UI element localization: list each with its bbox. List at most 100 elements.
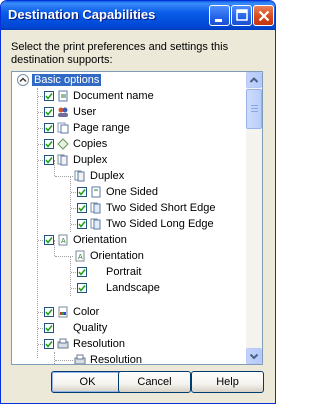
- checkbox[interactable]: [44, 123, 54, 133]
- scroll-thumb[interactable]: [246, 89, 262, 129]
- tree-item-label: Orientation: [73, 234, 127, 246]
- two-sided-long-edge-icon: [90, 218, 101, 230]
- tree-item-label: Two Sided Long Edge: [106, 218, 214, 230]
- checkmark-icon: [45, 341, 53, 348]
- minimize-icon: [215, 19, 222, 22]
- tree-item-two-sided-short-edge[interactable]: Two Sided Short Edge: [12, 200, 246, 216]
- tree-item-label: Color: [73, 306, 100, 318]
- svg-text:A: A: [78, 254, 83, 261]
- maximize-icon: [236, 9, 248, 21]
- tree-item-label: Resolution: [73, 338, 125, 350]
- page-range-icon: [57, 122, 69, 134]
- checkmark-icon: [78, 189, 86, 196]
- tree-item-label: One Sided: [106, 186, 158, 198]
- orientation-icon: A: [75, 250, 85, 262]
- tree-item-duplex[interactable]: Duplex: [12, 152, 246, 168]
- tree-content: Basic options Document name User Page ra…: [12, 72, 246, 364]
- tree-item-landscape[interactable]: Landscape: [12, 280, 246, 296]
- tree-item-quality[interactable]: Quality: [12, 320, 246, 336]
- checkmark-icon: [45, 157, 53, 164]
- checkbox[interactable]: [44, 139, 54, 149]
- copies-icon: [57, 138, 69, 150]
- tree-item-orientation[interactable]: A Orientation: [12, 232, 246, 248]
- color-icon: [58, 306, 68, 318]
- close-button[interactable]: [253, 5, 274, 26]
- checkbox[interactable]: [77, 219, 87, 229]
- checkbox[interactable]: [44, 307, 54, 317]
- checkmark-icon: [45, 93, 53, 100]
- checkmark-icon: [45, 309, 53, 316]
- tree-item-label: Basic options: [32, 74, 102, 86]
- collapse-arrow-icon[interactable]: [17, 74, 29, 86]
- tree-item-label: Landscape: [106, 282, 160, 294]
- tree-item-label: Page range: [73, 122, 130, 134]
- checkbox[interactable]: [44, 235, 54, 245]
- maximize-button[interactable]: [231, 5, 252, 26]
- checkbox[interactable]: [77, 283, 87, 293]
- duplex-icon: [74, 170, 85, 182]
- scroll-down-arrow-icon: [249, 353, 259, 360]
- tree-item-one-sided[interactable]: One Sided: [12, 184, 246, 200]
- minimize-button[interactable]: [209, 5, 230, 26]
- tree-item-label: Document name: [73, 90, 154, 102]
- tree-item-user[interactable]: User: [12, 104, 246, 120]
- tree-item-document-name[interactable]: Document name: [12, 88, 246, 104]
- svg-text:A: A: [61, 238, 66, 245]
- help-button[interactable]: Help: [191, 371, 264, 393]
- tree-item-label: Quality: [73, 322, 108, 334]
- resolution-icon: [57, 338, 69, 349]
- title-bar[interactable]: Destination Capabilities: [1, 1, 275, 30]
- vertical-scrollbar[interactable]: [246, 72, 262, 364]
- checkmark-icon: [78, 221, 86, 228]
- resolution-icon: [74, 354, 86, 364]
- tree-item-page-range[interactable]: Page range: [12, 120, 246, 136]
- instruction-text: Select the print preferences and setting…: [11, 41, 229, 66]
- tree-item-duplex-group[interactable]: Duplex: [12, 168, 246, 184]
- tree-item-resolution-group[interactable]: Resolution: [12, 352, 246, 364]
- tree-item-label: Two Sided Short Edge: [106, 202, 216, 214]
- tree-item-label: Copies: [73, 138, 108, 150]
- tree-item-label: Orientation: [90, 250, 144, 262]
- scroll-up-arrow-icon: [249, 77, 259, 83]
- document-name-icon: [58, 90, 68, 102]
- checkmark-icon: [45, 141, 53, 148]
- checkbox[interactable]: [77, 203, 87, 213]
- tree-item-two-sided-long-edge[interactable]: Two Sided Long Edge: [12, 216, 246, 232]
- tree-item-label: User: [73, 106, 97, 118]
- tree-item-orientation-group[interactable]: A Orientation: [12, 248, 246, 264]
- one-sided-icon: [91, 186, 101, 198]
- tree-item-label: Portrait: [106, 266, 142, 278]
- tree-item-basic-options[interactable]: Basic options: [12, 72, 246, 88]
- tree-item-color[interactable]: Color: [12, 304, 246, 320]
- checkbox[interactable]: [77, 187, 87, 197]
- user-icon: [58, 107, 68, 117]
- tree-item-label: Duplex: [90, 170, 125, 182]
- checkbox[interactable]: [44, 91, 54, 101]
- ok-button[interactable]: OK: [51, 371, 124, 393]
- scroll-up-button[interactable]: [246, 72, 262, 88]
- scroll-down-button[interactable]: [246, 348, 262, 364]
- tree-item-resolution[interactable]: Resolution: [12, 336, 246, 352]
- checkbox[interactable]: [44, 323, 54, 333]
- checkmark-icon: [45, 125, 53, 132]
- tree-item-label: Duplex: [73, 154, 108, 166]
- duplex-icon: [57, 154, 68, 166]
- tree-item-label: Resolution: [90, 354, 142, 364]
- checkbox[interactable]: [44, 339, 54, 349]
- checkbox[interactable]: [44, 155, 54, 165]
- tree-item-portrait[interactable]: Portrait: [12, 264, 246, 280]
- tree-item-copies[interactable]: Copies: [12, 136, 246, 152]
- checkmark-icon: [45, 237, 53, 244]
- dialog-window: Destination Capabilities Select the prin…: [0, 0, 276, 404]
- capabilities-tree[interactable]: Basic options Document name User Page ra…: [11, 71, 263, 365]
- orientation-icon: A: [58, 234, 68, 246]
- window-title: Destination Capabilities: [8, 7, 156, 22]
- checkmark-icon: [45, 325, 53, 332]
- checkbox[interactable]: [77, 267, 87, 277]
- checkbox[interactable]: [44, 107, 54, 117]
- checkmark-icon: [78, 285, 86, 292]
- cancel-button[interactable]: Cancel: [118, 371, 191, 393]
- checkmark-icon: [78, 269, 86, 276]
- close-icon: [258, 10, 270, 22]
- two-sided-short-edge-icon: [90, 202, 101, 214]
